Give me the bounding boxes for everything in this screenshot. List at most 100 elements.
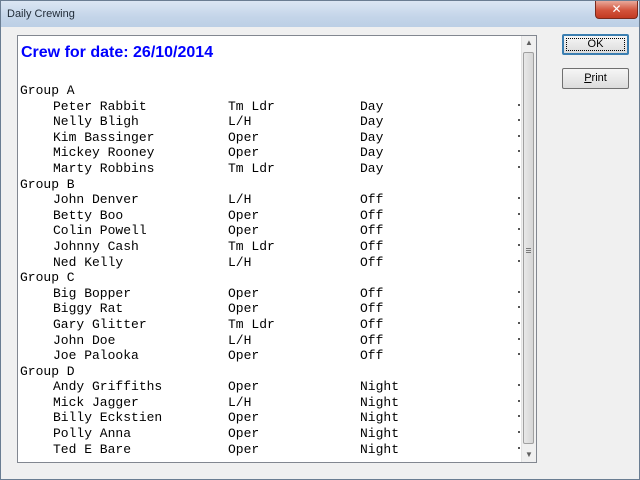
crew-row: Biggy Rat Oper Off — [20, 301, 520, 317]
crew-shift: Off — [360, 316, 384, 332]
crew-shift: Off — [360, 285, 384, 301]
crew-role: Oper — [228, 129, 260, 145]
crew-role: L/H — [228, 192, 252, 208]
crew-shift: Off — [360, 254, 384, 270]
crew-name: Marty Robbins — [53, 160, 155, 176]
crew-row: Johnny Cash Tm Ldr Off — [20, 239, 520, 255]
group-header: Group D — [20, 364, 520, 380]
crew-row: Betty Boo Oper Off — [20, 208, 520, 224]
crew-row: John Doe L/H Off — [20, 333, 520, 349]
row-marker — [518, 119, 520, 122]
scrollbar-thumb[interactable] — [523, 52, 534, 444]
crew-name: Mick Jagger — [53, 394, 139, 410]
crew-list: Group A Peter Rabbit Tm Ldr Day Nelly Bligh L… — [20, 83, 520, 457]
row-marker — [518, 150, 520, 153]
crew-name: Colin Powell — [53, 223, 147, 239]
ok-button[interactable]: OK — [562, 34, 629, 55]
focus-rectangle — [566, 38, 625, 51]
crew-shift: Night — [360, 394, 400, 410]
crew-shift: Off — [360, 348, 384, 364]
row-marker — [518, 134, 520, 137]
crew-name: John Doe — [53, 332, 116, 348]
crew-row: Mick Jagger L/H Night — [20, 395, 520, 411]
scroll-up-icon[interactable]: ▲ — [522, 36, 536, 50]
crew-role: Oper — [228, 301, 260, 317]
grip-icon — [526, 248, 531, 249]
crew-shift: Off — [360, 223, 384, 239]
crew-role: Tm Ldr — [228, 316, 275, 332]
crew-role: Oper — [228, 207, 260, 223]
crew-shift: Off — [360, 192, 384, 208]
row-marker — [518, 446, 520, 449]
window-title: Daily Crewing — [7, 8, 75, 20]
crew-role: L/H — [228, 332, 252, 348]
crew-role: Tm Ldr — [228, 160, 275, 176]
crew-name: Ned Kelly — [53, 254, 124, 270]
crew-row: Gary Glitter Tm Ldr Off — [20, 317, 520, 333]
group-label: Group B — [20, 176, 75, 192]
row-marker — [518, 306, 520, 309]
crew-name: Polly Anna — [53, 426, 132, 442]
crew-name: Biggy Rat — [53, 301, 124, 317]
row-marker — [518, 384, 520, 387]
crew-row: Mickey Rooney Oper Day — [20, 145, 520, 161]
crew-role: Oper — [228, 285, 260, 301]
dialog-client-area: Crew for date: 26/10/2014 Group A Peter R… — [7, 27, 633, 475]
crew-report-panel: Crew for date: 26/10/2014 Group A Peter R… — [17, 35, 537, 463]
row-marker — [518, 259, 520, 262]
row-marker — [518, 415, 520, 418]
crew-shift: Day — [360, 160, 384, 176]
title-bar[interactable]: Daily Crewing ✕ — [1, 1, 639, 27]
crew-row: Ned Kelly L/H Off — [20, 255, 520, 271]
crew-role: Oper — [228, 410, 260, 426]
crew-name: Johnny Cash — [53, 238, 139, 254]
crew-name: Nelly Bligh — [53, 114, 139, 130]
crew-role: Oper — [228, 145, 260, 161]
crew-role: L/H — [228, 254, 252, 270]
group-header: Group A — [20, 83, 520, 99]
group-header: Group B — [20, 177, 520, 193]
crew-name: Billy Eckstien — [53, 410, 163, 426]
print-button[interactable]: Print — [562, 68, 629, 89]
report-title: Crew for date: 26/10/2014 — [21, 44, 214, 61]
crew-name: Andy Griffiths — [53, 379, 163, 395]
crew-role: Oper — [228, 379, 260, 395]
row-marker — [518, 212, 520, 215]
print-mnemonic: P — [584, 72, 592, 84]
crew-shift: Night — [360, 426, 400, 442]
crew-shift: Night — [360, 379, 400, 395]
crew-shift: Off — [360, 332, 384, 348]
group-label: Group C — [20, 270, 75, 286]
close-button[interactable]: ✕ — [595, 1, 638, 19]
crew-row: Kim Bassinger Oper Day — [20, 130, 520, 146]
row-marker — [518, 243, 520, 246]
crew-role: Oper — [228, 441, 260, 457]
crew-row: Peter Rabbit Tm Ldr Day — [20, 99, 520, 115]
scroll-down-icon[interactable]: ▼ — [522, 448, 536, 462]
crew-shift: Day — [360, 145, 384, 161]
crew-row: Marty Robbins Tm Ldr Day — [20, 161, 520, 177]
row-marker — [518, 353, 520, 356]
crew-shift: Off — [360, 301, 384, 317]
row-marker — [518, 165, 520, 168]
row-marker — [518, 337, 520, 340]
row-marker — [518, 399, 520, 402]
vertical-scrollbar[interactable]: ▲ ▼ — [521, 36, 536, 462]
crew-name: Peter Rabbit — [53, 98, 147, 114]
crew-role: Tm Ldr — [228, 238, 275, 254]
crew-shift: Day — [360, 129, 384, 145]
crew-shift: Night — [360, 441, 400, 457]
row-marker — [518, 321, 520, 324]
row-marker — [518, 103, 520, 106]
crew-name: Mickey Rooney — [53, 145, 155, 161]
crew-row: Joe Palooka Oper Off — [20, 348, 520, 364]
row-marker — [518, 290, 520, 293]
crew-role: Oper — [228, 348, 260, 364]
crew-role: Tm Ldr — [228, 98, 275, 114]
group-label: Group D — [20, 363, 75, 379]
group-header: Group C — [20, 270, 520, 286]
row-marker — [518, 197, 520, 200]
print-button-label: rint — [591, 72, 607, 84]
crew-name: Big Bopper — [53, 285, 132, 301]
crew-row: Big Bopper Oper Off — [20, 286, 520, 302]
